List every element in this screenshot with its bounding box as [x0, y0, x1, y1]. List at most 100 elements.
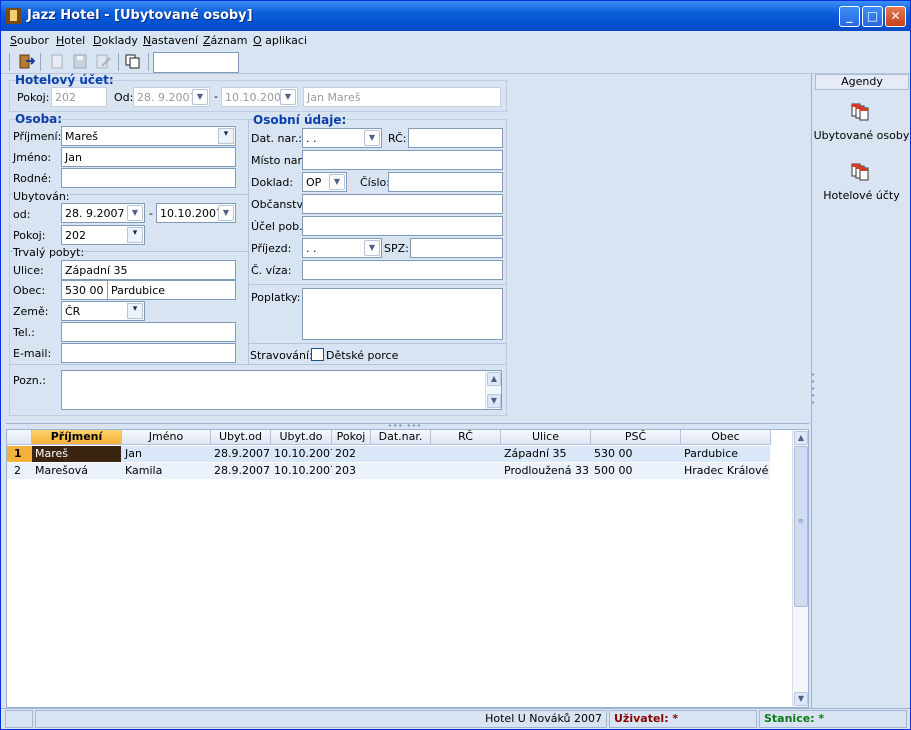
menu-doklady[interactable]: Doklady	[93, 34, 138, 47]
splitter[interactable]: ••• •••	[6, 422, 809, 430]
cell-dat-nar[interactable]	[371, 446, 431, 462]
note-scrollbar[interactable]: ▲ ▼	[485, 371, 501, 409]
email-field[interactable]	[61, 343, 236, 363]
column-header-jmeno[interactable]: Jméno	[122, 430, 211, 445]
fees-field[interactable]	[302, 288, 503, 340]
cell-pokoj[interactable]: 202	[332, 446, 371, 462]
chevron-down-icon[interactable]: ▼	[280, 89, 296, 105]
child-portions-checkbox[interactable]	[311, 348, 324, 361]
lookup-icon[interactable]: ▾…	[127, 303, 143, 320]
column-header-obec[interactable]: Obec	[681, 430, 771, 445]
cell-ulice[interactable]: Západní 35	[501, 446, 591, 462]
cell-prijmeni[interactable]: Mareš	[32, 446, 121, 462]
chevron-down-icon[interactable]: ▼	[364, 130, 380, 146]
column-header-ulice[interactable]: Ulice	[501, 430, 591, 445]
table-scrollbar[interactable]: ▲ ≡ ▼	[792, 430, 808, 707]
account-guest-field[interactable]: Jan Mareš	[303, 87, 501, 107]
column-header-pokoj[interactable]: Pokoj	[332, 430, 371, 445]
account-to-date[interactable]: 10.10.2007 ▼	[221, 87, 298, 107]
menu-o-aplikaci[interactable]: O aplikaci	[253, 34, 307, 47]
menu-nastaveni[interactable]: Nastavení	[143, 34, 198, 47]
lookup-icon[interactable]: ▾…	[218, 128, 234, 145]
phone-field[interactable]	[61, 322, 236, 342]
citizenship-field[interactable]	[302, 194, 503, 214]
document-number-field[interactable]	[388, 172, 503, 192]
scroll-up-icon[interactable]: ▲	[794, 431, 808, 445]
street-field[interactable]: Západní 35	[61, 260, 236, 280]
close-button[interactable]: ✕	[885, 6, 906, 27]
chevron-down-icon[interactable]: ▼	[127, 205, 143, 221]
maiden-name-field[interactable]	[61, 168, 236, 188]
cell-prijmeni[interactable]: Marešová	[32, 463, 121, 479]
account-room-field[interactable]: 202	[51, 87, 107, 107]
guests-agenda-icon[interactable]	[850, 101, 872, 123]
birth-date-field[interactable]: . . ▼	[302, 128, 382, 148]
document-type-field[interactable]: OP ▼	[302, 172, 347, 192]
edit-icon[interactable]	[94, 53, 112, 70]
cell-jmeno[interactable]: Kamila	[122, 463, 211, 479]
accounts-agenda-icon[interactable]	[850, 161, 872, 183]
first-name-field[interactable]: Jan	[61, 147, 236, 167]
column-header-rc[interactable]: RČ	[431, 430, 501, 445]
lookup-icon[interactable]: ▾…	[127, 227, 143, 244]
scroll-down-icon[interactable]: ▼	[794, 692, 808, 706]
column-header-psc[interactable]: PSČ	[591, 430, 681, 445]
cell-rc[interactable]	[431, 446, 501, 462]
cell-rc[interactable]	[431, 463, 501, 479]
cell-ubyt-od[interactable]: 28.9.2007	[211, 463, 271, 479]
arrival-date-field[interactable]: . . ▼	[302, 238, 382, 258]
purpose-field[interactable]	[302, 216, 503, 236]
note-field[interactable]: ▲ ▼	[61, 370, 502, 410]
app-icon[interactable]	[6, 8, 22, 24]
scroll-thumb[interactable]: ≡	[794, 446, 808, 607]
toolbar-search-input[interactable]	[153, 52, 239, 73]
column-header-ubyt-od[interactable]: Ubyt.od	[211, 430, 271, 445]
stay-to-date[interactable]: 10.10.2007 ▼	[156, 203, 236, 223]
chevron-down-icon[interactable]: ▼	[329, 174, 345, 190]
chevron-down-icon[interactable]: ▼	[192, 89, 208, 105]
minimize-button[interactable]: _	[839, 6, 860, 27]
menu-zaznam[interactable]: Záznam	[203, 34, 248, 47]
cell-obec[interactable]: Pardubice	[681, 446, 771, 462]
city-field[interactable]: Pardubice	[107, 280, 236, 300]
cell-jmeno[interactable]: Jan	[122, 446, 211, 462]
birthplace-field[interactable]	[302, 150, 503, 170]
exit-icon[interactable]	[17, 53, 35, 70]
new-record-icon[interactable]	[48, 53, 66, 70]
zip-field[interactable]: 530 00	[61, 280, 108, 300]
cell-obec[interactable]: Hradec Králové	[681, 463, 771, 479]
agenda-item-guests[interactable]: Ubytované osoby	[812, 129, 911, 142]
scroll-down-icon[interactable]: ▼	[487, 394, 501, 408]
child-portions-label[interactable]: Dětské porce	[326, 349, 398, 362]
cell-ubyt-do[interactable]: 10.10.2007	[271, 446, 332, 462]
cell-ulice[interactable]: Prodloužená 33	[501, 463, 591, 479]
column-header-dat-nar[interactable]: Dat.nar.	[371, 430, 431, 445]
stay-from-date[interactable]: 28. 9.2007 ▼	[61, 203, 145, 223]
visa-field[interactable]	[302, 260, 503, 280]
menu-soubor[interactable]: Soubor	[10, 34, 49, 47]
save-icon[interactable]	[71, 53, 89, 70]
country-field[interactable]: ČR ▾…	[61, 301, 145, 321]
title-bar[interactable]: Jazz Hotel - [Ubytované osoby] _ □ ✕	[1, 1, 910, 31]
cell-psc[interactable]: 500 00	[591, 463, 681, 479]
copy-icon[interactable]	[124, 53, 142, 70]
scroll-up-icon[interactable]: ▲	[487, 372, 501, 386]
account-from-date[interactable]: 28. 9.2007 ▼	[133, 87, 210, 107]
column-header-prijmeni[interactable]: Příjmení	[32, 430, 122, 445]
chevron-down-icon[interactable]: ▼	[218, 205, 234, 221]
surname-field[interactable]: Mareš ▾…	[61, 126, 236, 146]
birth-number-field[interactable]	[408, 128, 503, 148]
panel-grip-icon[interactable]: • • • • •	[811, 372, 815, 407]
menu-hotel[interactable]: Hotel	[56, 34, 85, 47]
column-header-ubyt-do[interactable]: Ubyt.do	[271, 430, 332, 445]
plate-field[interactable]	[410, 238, 503, 258]
maximize-button[interactable]: □	[862, 6, 883, 27]
cell-ubyt-od[interactable]: 28.9.2007	[211, 446, 271, 462]
cell-psc[interactable]: 530 00	[591, 446, 681, 462]
cell-pokoj[interactable]: 203	[332, 463, 371, 479]
cell-dat-nar[interactable]	[371, 463, 431, 479]
stay-room-field[interactable]: 202 ▾…	[61, 225, 145, 245]
cell-ubyt-do[interactable]: 10.10.2007	[271, 463, 332, 479]
agenda-item-accounts[interactable]: Hotelové účty	[812, 189, 911, 202]
chevron-down-icon[interactable]: ▼	[364, 240, 380, 256]
